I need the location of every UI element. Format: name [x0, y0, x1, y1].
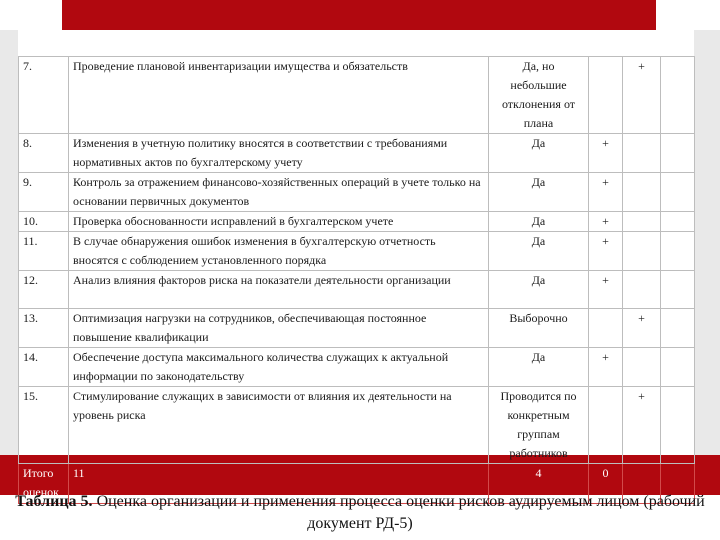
row-result: Да — [488, 231, 589, 271]
row-empty-cell — [660, 386, 695, 464]
right-margin-panel — [694, 30, 720, 455]
row-mark-a: + — [588, 211, 623, 232]
table-row: 7. Проведение плановой инвентаризации им… — [18, 56, 695, 134]
table-row: 15. Стимулирование служащих в зависимост… — [18, 386, 695, 464]
table-row: 9. Контроль за отражением финансово-хозя… — [18, 172, 695, 212]
row-text: В случае обнаружения ошибок изменения в … — [68, 231, 489, 271]
caption-number: Таблица 5. — [15, 493, 93, 510]
row-number: 14. — [18, 347, 69, 387]
row-empty-cell — [660, 270, 695, 309]
left-margin-panel — [0, 30, 18, 455]
row-empty-cell — [660, 133, 695, 173]
row-empty-cell — [660, 231, 695, 271]
table-row: 8. Изменения в учетную политику вносятся… — [18, 133, 695, 173]
row-empty-cell — [660, 56, 695, 134]
row-mark-a: + — [588, 231, 623, 271]
row-mark-b — [622, 270, 661, 309]
table-row: 13. Оптимизация нагрузки на сотрудников,… — [18, 308, 695, 348]
row-number: 12. — [18, 270, 69, 309]
row-empty-cell — [660, 172, 695, 212]
row-mark-b: + — [622, 308, 661, 348]
row-empty-cell — [660, 347, 695, 387]
row-text: Анализ влияния факторов риска на показат… — [68, 270, 489, 309]
table-caption: Таблица 5. Оценка организации и применен… — [0, 491, 720, 535]
row-number: 10. — [18, 211, 69, 232]
row-mark-a: + — [588, 133, 623, 173]
row-text: Оптимизация нагрузки на сотрудников, обе… — [68, 308, 489, 348]
risk-assessment-table: 7. Проведение плановой инвентаризации им… — [18, 56, 695, 504]
row-result: Да, но небольшие отклонения от плана — [488, 56, 589, 134]
row-result: Проводится по конкретным группам работни… — [488, 386, 589, 464]
row-mark-a: + — [588, 172, 623, 212]
row-text: Обеспечение доступа максимального количе… — [68, 347, 489, 387]
row-number: 15. — [18, 386, 69, 464]
row-empty-cell — [660, 211, 695, 232]
row-number: 8. — [18, 133, 69, 173]
row-result: Да — [488, 133, 589, 173]
row-text: Стимулирование служащих в зависимости от… — [68, 386, 489, 464]
row-mark-b — [622, 347, 661, 387]
caption-text: Оценка организации и применения процесса… — [92, 493, 705, 532]
row-mark-b — [622, 133, 661, 173]
row-empty-cell — [660, 308, 695, 348]
table-row: 11. В случае обнаружения ошибок изменени… — [18, 231, 695, 271]
row-mark-a: + — [588, 347, 623, 387]
row-number: 11. — [18, 231, 69, 271]
table-row: 10. Проверка обоснованности исправлений … — [18, 211, 695, 232]
row-text: Контроль за отражением финансово-хозяйст… — [68, 172, 489, 212]
header-bar — [62, 0, 656, 30]
row-text: Изменения в учетную политику вносятся в … — [68, 133, 489, 173]
row-result: Да — [488, 172, 589, 212]
row-mark-b — [622, 211, 661, 232]
row-mark-b — [622, 231, 661, 271]
row-result: Да — [488, 347, 589, 387]
table-row: 12. Анализ влияния факторов риска на пок… — [18, 270, 695, 309]
row-result: Да — [488, 211, 589, 232]
row-number: 7. — [18, 56, 69, 134]
row-mark-a — [588, 386, 623, 464]
row-mark-a — [588, 308, 623, 348]
row-mark-b: + — [622, 386, 661, 464]
row-text: Проведение плановой инвентаризации имуще… — [68, 56, 489, 134]
table-row: 14. Обеспечение доступа максимального ко… — [18, 347, 695, 387]
row-number: 13. — [18, 308, 69, 348]
row-text: Проверка обоснованности исправлений в бу… — [68, 211, 489, 232]
row-result: Да — [488, 270, 589, 309]
row-mark-a — [588, 56, 623, 134]
row-result: Выборочно — [488, 308, 589, 348]
row-number: 9. — [18, 172, 69, 212]
row-mark-a: + — [588, 270, 623, 309]
row-mark-b: + — [622, 56, 661, 134]
row-mark-b — [622, 172, 661, 212]
